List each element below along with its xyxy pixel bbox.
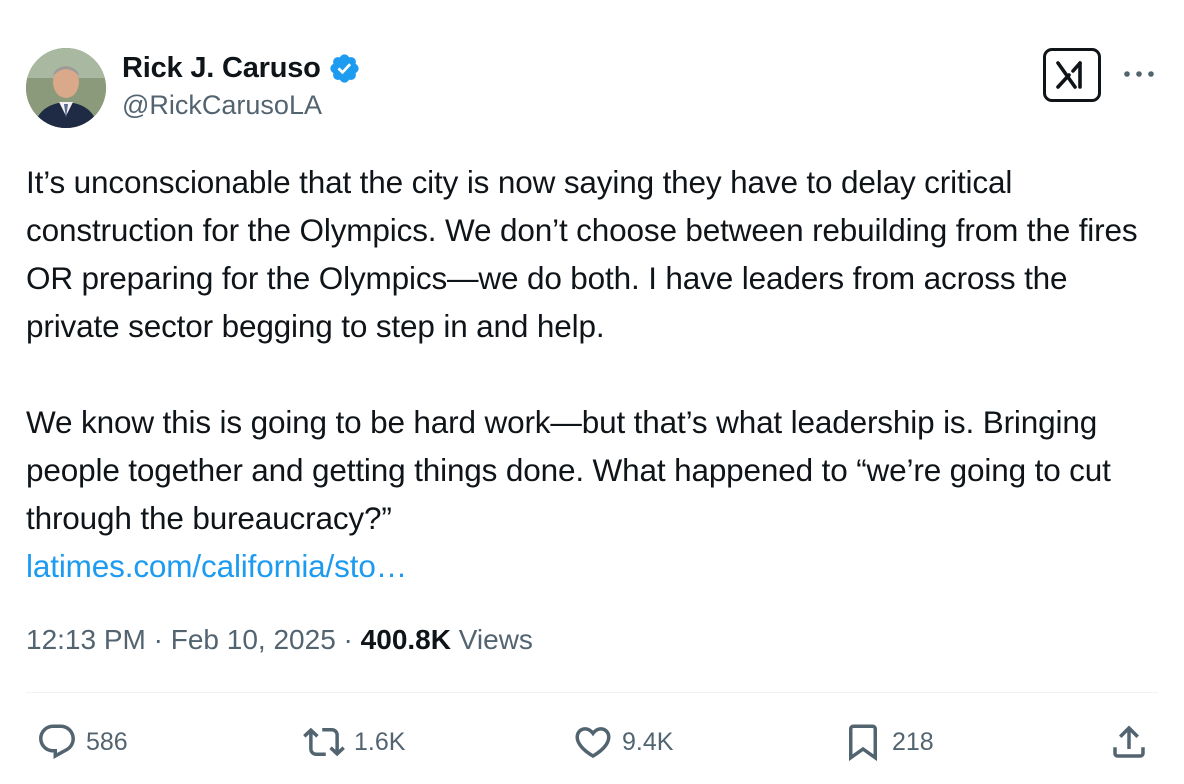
reply-icon bbox=[39, 724, 75, 759]
repost-button[interactable]: 1.6K bbox=[302, 718, 405, 766]
article-link[interactable]: latimes.com/california/sto… bbox=[26, 548, 407, 584]
bookmark-icon bbox=[849, 724, 877, 762]
author-names: Rick J. Caruso @RickCarusoLA bbox=[122, 50, 361, 121]
more-icon bbox=[1124, 71, 1154, 77]
like-button[interactable]: 9.4K bbox=[572, 718, 673, 766]
bookmark-count: 218 bbox=[892, 727, 934, 756]
share-icon bbox=[1113, 725, 1145, 758]
share-button[interactable] bbox=[1108, 718, 1150, 766]
display-name-row: Rick J. Caruso bbox=[122, 50, 361, 86]
author-handle[interactable]: @RickCarusoLA bbox=[122, 90, 361, 121]
tweet-meta: 12:13 PM · Feb 10, 2025 · 400.8K Views bbox=[26, 618, 533, 662]
meta-separator-1: · bbox=[145, 624, 171, 655]
reply-count: 586 bbox=[86, 727, 128, 756]
heart-icon bbox=[575, 727, 611, 759]
grok-icon bbox=[1056, 61, 1082, 89]
profile-photo-icon bbox=[26, 48, 106, 128]
repost-count: 1.6K bbox=[354, 727, 406, 756]
tweet-text: It’s unconscionable that the city is now… bbox=[26, 158, 1166, 590]
tweet-paragraph-2: We know this is going to be hard work—bu… bbox=[26, 404, 1111, 536]
bookmark-button[interactable]: 218 bbox=[842, 718, 934, 766]
more-options-button[interactable] bbox=[1118, 56, 1160, 92]
verified-badge-icon[interactable] bbox=[328, 52, 361, 85]
grok-button[interactable] bbox=[1043, 48, 1101, 102]
tweet-card: Rick J. Caruso @RickCarusoLA It’s uncons… bbox=[0, 0, 1184, 784]
divider bbox=[26, 692, 1158, 693]
reply-button[interactable]: 586 bbox=[36, 718, 128, 766]
author-avatar[interactable] bbox=[26, 48, 106, 128]
repost-icon bbox=[303, 727, 345, 757]
author-display-name[interactable]: Rick J. Caruso bbox=[122, 52, 321, 85]
like-count: 9.4K bbox=[622, 727, 674, 756]
meta-separator-2: · bbox=[335, 624, 361, 655]
tweet-date[interactable]: Feb 10, 2025 bbox=[171, 624, 336, 656]
tweet-paragraph-1: It’s unconscionable that the city is now… bbox=[26, 164, 1138, 344]
tweet-time[interactable]: 12:13 PM bbox=[26, 624, 146, 656]
views-count[interactable]: 400.8K bbox=[361, 624, 451, 656]
views-label: Views bbox=[450, 624, 533, 655]
